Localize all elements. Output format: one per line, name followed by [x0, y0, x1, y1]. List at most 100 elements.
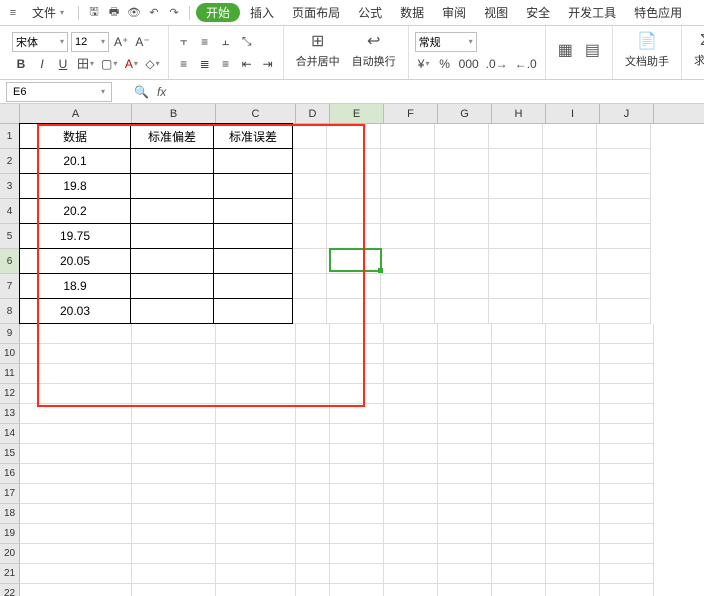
row-header-5[interactable]: 5 [0, 224, 20, 249]
cell-C8[interactable] [213, 298, 293, 324]
cell-H16[interactable] [492, 464, 546, 484]
cell-D6[interactable] [293, 249, 327, 274]
cell-G12[interactable] [438, 384, 492, 404]
tab-start[interactable]: 开始 [196, 3, 240, 22]
cell-D10[interactable] [296, 344, 330, 364]
cell-C20[interactable] [216, 544, 296, 564]
align-center-icon[interactable]: ≣ [196, 55, 214, 73]
cell-B12[interactable] [132, 384, 216, 404]
cell-A15[interactable] [20, 444, 132, 464]
row-header-18[interactable]: 18 [0, 504, 20, 524]
cell-B20[interactable] [132, 544, 216, 564]
cell-J3[interactable] [597, 174, 651, 199]
align-right-icon[interactable]: ≡ [217, 55, 235, 73]
cell-G7[interactable] [435, 274, 489, 299]
row-header-10[interactable]: 10 [0, 344, 20, 364]
number-format-select[interactable]: 常规▾ [415, 32, 477, 52]
cell-G14[interactable] [438, 424, 492, 444]
row-header-15[interactable]: 15 [0, 444, 20, 464]
cell-J2[interactable] [597, 149, 651, 174]
cell-F16[interactable] [384, 464, 438, 484]
cell-E6[interactable] [327, 249, 381, 274]
align-left-icon[interactable]: ≡ [175, 55, 193, 73]
cell-H18[interactable] [492, 504, 546, 524]
cell-B21[interactable] [132, 564, 216, 584]
cell-H17[interactable] [492, 484, 546, 504]
cell-F17[interactable] [384, 484, 438, 504]
cell-F1[interactable] [381, 124, 435, 149]
row-header-22[interactable]: 22 [0, 584, 20, 596]
cell-G21[interactable] [438, 564, 492, 584]
cell-C16[interactable] [216, 464, 296, 484]
cell-C13[interactable] [216, 404, 296, 424]
dec-inc-icon[interactable]: .0→ [484, 55, 510, 73]
cell-H6[interactable] [489, 249, 543, 274]
cell-D20[interactable] [296, 544, 330, 564]
cell-D4[interactable] [293, 199, 327, 224]
cell-E19[interactable] [330, 524, 384, 544]
cell-F13[interactable] [384, 404, 438, 424]
cell-B22[interactable] [132, 584, 216, 596]
tab-security[interactable]: 安全 [518, 4, 558, 21]
cell-J16[interactable] [600, 464, 654, 484]
cell-D1[interactable] [293, 124, 327, 149]
tab-formula[interactable]: 公式 [350, 4, 390, 21]
col-header-F[interactable]: F [384, 104, 438, 123]
cell-E16[interactable] [330, 464, 384, 484]
tab-review[interactable]: 审阅 [434, 4, 474, 21]
cell-H1[interactable] [489, 124, 543, 149]
indent-inc-icon[interactable]: ⇥ [259, 55, 277, 73]
cell-D13[interactable] [296, 404, 330, 424]
undo-icon[interactable]: ↶ [145, 4, 163, 22]
row-header-14[interactable]: 14 [0, 424, 20, 444]
row-header-13[interactable]: 13 [0, 404, 20, 424]
cell-I13[interactable] [546, 404, 600, 424]
cell-A14[interactable] [20, 424, 132, 444]
cell-B9[interactable] [132, 324, 216, 344]
cell-A12[interactable] [20, 384, 132, 404]
cell-A4[interactable]: 20.2 [19, 198, 131, 224]
cell-J10[interactable] [600, 344, 654, 364]
cell-A21[interactable] [20, 564, 132, 584]
cell-C4[interactable] [213, 198, 293, 224]
cell-B7[interactable] [130, 273, 214, 299]
cell-E12[interactable] [330, 384, 384, 404]
dec-dec-icon[interactable]: ←.0 [513, 55, 539, 73]
cell-B15[interactable] [132, 444, 216, 464]
zoom-formula-icon[interactable]: 🔍 [132, 83, 151, 101]
cell-C22[interactable] [216, 584, 296, 596]
cell-J9[interactable] [600, 324, 654, 344]
cell-F19[interactable] [384, 524, 438, 544]
row-header-21[interactable]: 21 [0, 564, 20, 584]
cell-H3[interactable] [489, 174, 543, 199]
cell-H9[interactable] [492, 324, 546, 344]
doc-helper-button[interactable]: 📄 文档助手 [619, 26, 675, 74]
cell-I8[interactable] [543, 299, 597, 324]
cell-D5[interactable] [293, 224, 327, 249]
border-icon[interactable]: 田▾ [75, 55, 96, 73]
cell-E21[interactable] [330, 564, 384, 584]
cell-J1[interactable] [597, 124, 651, 149]
menu-icon[interactable]: ≡ [4, 4, 22, 22]
cell-F4[interactable] [381, 199, 435, 224]
cell-I15[interactable] [546, 444, 600, 464]
cell-B16[interactable] [132, 464, 216, 484]
cell-C14[interactable] [216, 424, 296, 444]
row-header-9[interactable]: 9 [0, 324, 20, 344]
cell-G3[interactable] [435, 174, 489, 199]
cell-E22[interactable] [330, 584, 384, 596]
col-header-A[interactable]: A [20, 104, 132, 123]
cell-I22[interactable] [546, 584, 600, 596]
row-header-2[interactable]: 2 [0, 149, 20, 174]
cell-C17[interactable] [216, 484, 296, 504]
increase-font-icon[interactable]: A⁺ [112, 33, 130, 51]
cell-J14[interactable] [600, 424, 654, 444]
cell-F21[interactable] [384, 564, 438, 584]
row-header-7[interactable]: 7 [0, 274, 20, 299]
row-header-12[interactable]: 12 [0, 384, 20, 404]
cell-I7[interactable] [543, 274, 597, 299]
cell-J13[interactable] [600, 404, 654, 424]
cell-J11[interactable] [600, 364, 654, 384]
tab-layout[interactable]: 页面布局 [284, 4, 348, 21]
col-header-J[interactable]: J [600, 104, 654, 123]
